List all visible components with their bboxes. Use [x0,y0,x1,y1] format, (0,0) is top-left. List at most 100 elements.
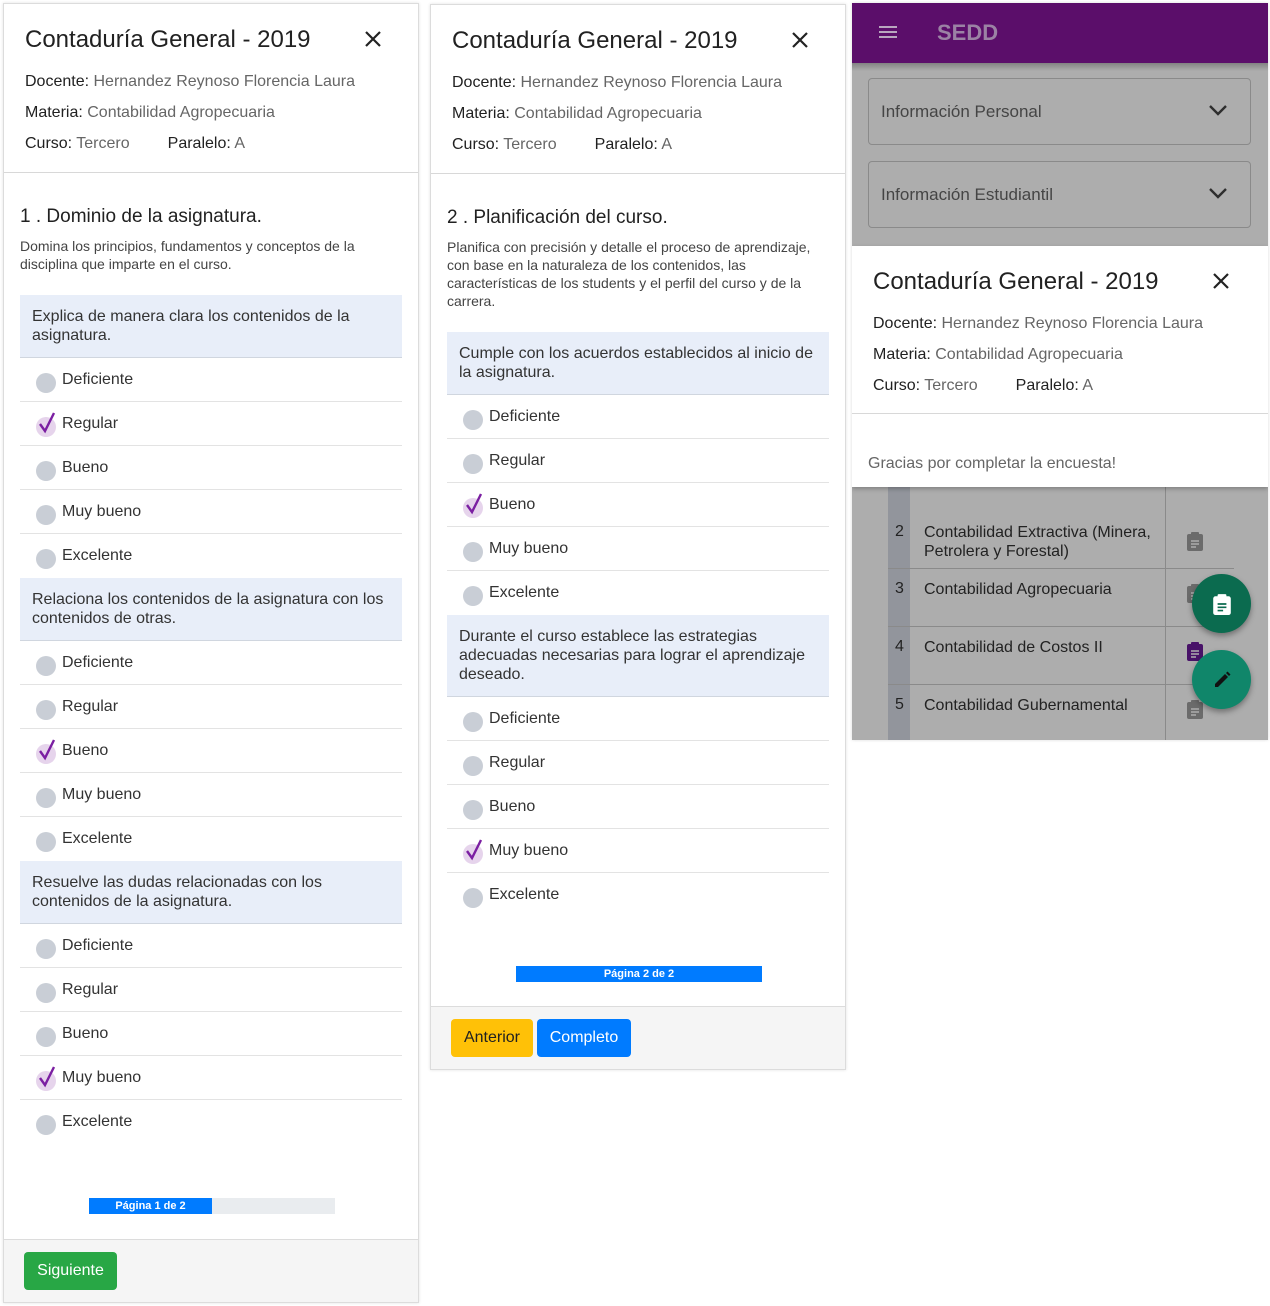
radio-icon[interactable] [36,1026,56,1047]
option-deficiente[interactable]: Deficiente [20,924,402,968]
radio-checked-icon[interactable] [36,411,56,437]
radio-icon[interactable] [463,711,483,732]
radio-icon[interactable] [36,1115,56,1135]
radio-checked-icon[interactable] [463,492,483,518]
option-excelente[interactable]: Excelente [447,873,829,917]
option-muy-bueno[interactable]: Muy bueno [20,490,402,534]
option-regular[interactable]: Regular [447,439,829,483]
radio-checked-icon[interactable] [36,738,56,764]
radio-icon[interactable] [36,655,56,676]
curso-line: Curso: Tercero Paralelo: A [25,135,397,166]
progress-fill: Página 2 de 2 [516,966,762,982]
materia-value: Contabilidad Agropecuaria [935,346,1123,363]
curso-label: Curso: [452,136,500,153]
docente-label: Docente: [452,74,517,91]
paralelo-value: A [661,136,673,153]
curso-line: Curso: Tercero Paralelo: A [873,377,1247,408]
option-label: Bueno [62,1024,109,1042]
option-regular[interactable]: Regular [20,968,402,1012]
next-button[interactable]: Siguiente [24,1252,117,1290]
paralelo-label: Paralelo: [594,136,658,153]
pencil-icon [1214,671,1230,687]
radio-icon[interactable] [36,549,56,569]
close-icon[interactable] [362,28,384,50]
radio-icon[interactable] [36,938,56,959]
option-deficiente[interactable]: Deficiente [20,358,402,402]
docente-value: Hernandez Reynoso Florencia Laura [520,74,782,91]
radio-icon[interactable] [36,699,56,720]
question-group: Durante el curso establece las estrategi… [447,615,829,917]
radio-checked-icon[interactable] [36,1065,56,1091]
survey-dialog-page-1: Contaduría General - 2019 Docente: Herna… [3,3,419,1303]
paralelo-value: A [1082,377,1094,394]
survey-complete-dialog: Contaduría General - 2019 Docente: Herna… [852,246,1268,487]
option-deficiente[interactable]: Deficiente [447,697,829,741]
option-excelente[interactable]: Excelente [20,1100,402,1144]
docente-line: Docente: Hernandez Reynoso Florencia Lau… [873,315,1247,346]
radio-icon[interactable] [463,888,483,908]
radio-icon[interactable] [36,982,56,1003]
radio-icon[interactable] [36,372,56,393]
materia-label: Materia: [452,105,510,122]
option-muy-bueno[interactable]: Muy bueno [20,1056,402,1100]
question-text: Durante el curso establece las estrategi… [447,615,829,697]
option-regular[interactable]: Regular [447,741,829,785]
option-deficiente[interactable]: Deficiente [20,641,402,685]
paralelo-label: Paralelo: [1015,377,1079,394]
option-muy-bueno[interactable]: Muy bueno [20,773,402,817]
close-icon[interactable] [789,29,811,51]
radio-icon[interactable] [463,541,483,562]
option-label: Bueno [62,458,109,476]
option-bueno[interactable]: Bueno [447,785,829,829]
option-label: Bueno [489,797,536,815]
option-label: Excelente [489,886,560,903]
option-label: Deficiente [62,653,134,671]
option-label: Excelente [489,584,560,601]
materia-value: Contabilidad Agropecuaria [514,105,702,122]
progress-bar: Página 1 de 2 [89,1198,335,1214]
dialog-footer: Anterior Completo [431,1006,845,1069]
option-label: Muy bueno [62,1068,142,1086]
complete-button[interactable]: Completo [537,1019,631,1057]
progress-bar: Página 2 de 2 [516,966,762,982]
option-excelente[interactable]: Excelente [447,571,829,615]
option-bueno[interactable]: Bueno [447,483,829,527]
previous-button[interactable]: Anterior [451,1019,533,1057]
radio-icon[interactable] [36,832,56,852]
option-label: Muy bueno [489,539,569,557]
option-label: Regular [62,697,119,715]
option-regular[interactable]: Regular [20,402,402,446]
menu-icon[interactable] [878,24,898,40]
option-bueno[interactable]: Bueno [20,1012,402,1056]
dialog-header: Contaduría General - 2019 Docente: Herna… [431,5,845,174]
option-label: Excelente [62,547,133,564]
option-excelente[interactable]: Excelente [20,534,402,578]
radio-icon[interactable] [463,586,483,606]
materia-label: Materia: [25,104,83,121]
section-description: Planifica con precisión y detalle el pro… [447,239,811,309]
radio-icon[interactable] [463,755,483,776]
option-bueno[interactable]: Bueno [20,729,402,773]
option-excelente[interactable]: Excelente [20,817,402,861]
radio-icon[interactable] [36,460,56,481]
app-screen: Información Personal Información Estudia… [852,3,1268,740]
section-title: 1 . Dominio de la asignatura. [20,206,262,227]
option-label: Muy bueno [62,785,142,803]
option-muy-bueno[interactable]: Muy bueno [447,527,829,571]
radio-icon[interactable] [36,787,56,808]
edit-fab[interactable] [1192,650,1251,709]
question-list: Cumple con los acuerdos establecidos al … [447,332,829,917]
radio-checked-icon[interactable] [463,838,483,864]
radio-icon[interactable] [36,504,56,525]
app-bar: SEDD [852,3,1268,63]
dialog-footer: Siguiente [4,1239,418,1302]
option-muy-bueno[interactable]: Muy bueno [447,829,829,873]
radio-icon[interactable] [463,799,483,820]
radio-icon[interactable] [463,453,483,474]
close-icon[interactable] [1210,270,1232,292]
option-regular[interactable]: Regular [20,685,402,729]
radio-icon[interactable] [463,409,483,430]
clipboard-fab[interactable] [1192,574,1251,633]
option-bueno[interactable]: Bueno [20,446,402,490]
option-deficiente[interactable]: Deficiente [447,395,829,439]
